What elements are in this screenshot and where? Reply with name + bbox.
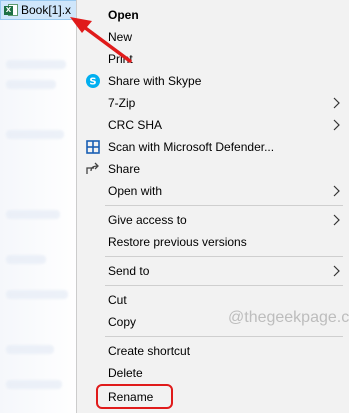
context-menu: Open New Print S Share with Skype 7-Zip … <box>76 0 349 413</box>
screenshot-root: X Book[1].x Open New Print S Share with … <box>0 0 349 413</box>
skype-icon: S <box>86 74 100 88</box>
menu-item-share[interactable]: Share <box>77 158 349 180</box>
menu-separator <box>105 205 343 206</box>
menu-separator <box>105 336 343 337</box>
menu-item-new[interactable]: New <box>77 26 349 48</box>
menu-item-7zip[interactable]: 7-Zip <box>77 92 349 114</box>
menu-separator <box>105 256 343 257</box>
menu-separator <box>105 285 343 286</box>
menu-item-label: CRC SHA <box>108 118 163 132</box>
menu-item-open[interactable]: Open <box>77 4 349 26</box>
menu-item-share-with-skype[interactable]: S Share with Skype <box>77 70 349 92</box>
chevron-right-icon <box>333 214 340 226</box>
menu-item-label: Create shortcut <box>108 344 191 358</box>
menu-item-label: Print <box>108 52 133 66</box>
menu-item-scan-defender[interactable]: Scan with Microsoft Defender... <box>77 136 349 158</box>
menu-item-label: Send to <box>108 264 150 278</box>
menu-item-restore-versions[interactable]: Restore previous versions <box>77 231 349 253</box>
chevron-right-icon <box>333 265 340 277</box>
menu-item-label: Share with Skype <box>108 74 202 88</box>
menu-item-send-to[interactable]: Send to <box>77 260 349 282</box>
menu-item-label: Scan with Microsoft Defender... <box>108 140 275 154</box>
chevron-right-icon <box>333 119 340 131</box>
menu-item-delete[interactable]: Delete <box>77 362 349 384</box>
file-name: Book[1].x <box>21 3 72 17</box>
menu-item-label: Cut <box>108 293 127 307</box>
menu-item-cut[interactable]: Cut <box>77 289 349 311</box>
menu-item-crc-sha[interactable]: CRC SHA <box>77 114 349 136</box>
menu-item-give-access[interactable]: Give access to <box>77 209 349 231</box>
menu-item-open-with[interactable]: Open with <box>77 180 349 202</box>
excel-file-icon: X <box>4 3 18 17</box>
selected-file-item[interactable]: X Book[1].x <box>0 0 78 20</box>
menu-item-create-shortcut[interactable]: Create shortcut <box>77 340 349 362</box>
share-icon <box>86 162 99 174</box>
menu-item-label: Open with <box>108 184 163 198</box>
svg-text:S: S <box>89 77 96 88</box>
chevron-right-icon <box>333 97 340 109</box>
menu-item-label: 7-Zip <box>108 96 136 110</box>
menu-item-label: Give access to <box>108 213 187 227</box>
defender-shield-icon <box>86 140 100 154</box>
menu-item-print[interactable]: Print <box>77 48 349 70</box>
menu-item-label: Share <box>108 162 141 176</box>
watermark: @thegeekpage.com <box>228 309 349 326</box>
explorer-pane <box>0 0 80 413</box>
menu-item-label: Delete <box>108 366 143 380</box>
chevron-right-icon <box>333 185 340 197</box>
menu-item-label: Restore previous versions <box>108 235 247 249</box>
rename-highlight-box <box>96 384 173 409</box>
menu-item-label: New <box>108 30 133 44</box>
menu-item-label: Copy <box>108 315 137 329</box>
menu-item-label: Open <box>108 8 139 22</box>
